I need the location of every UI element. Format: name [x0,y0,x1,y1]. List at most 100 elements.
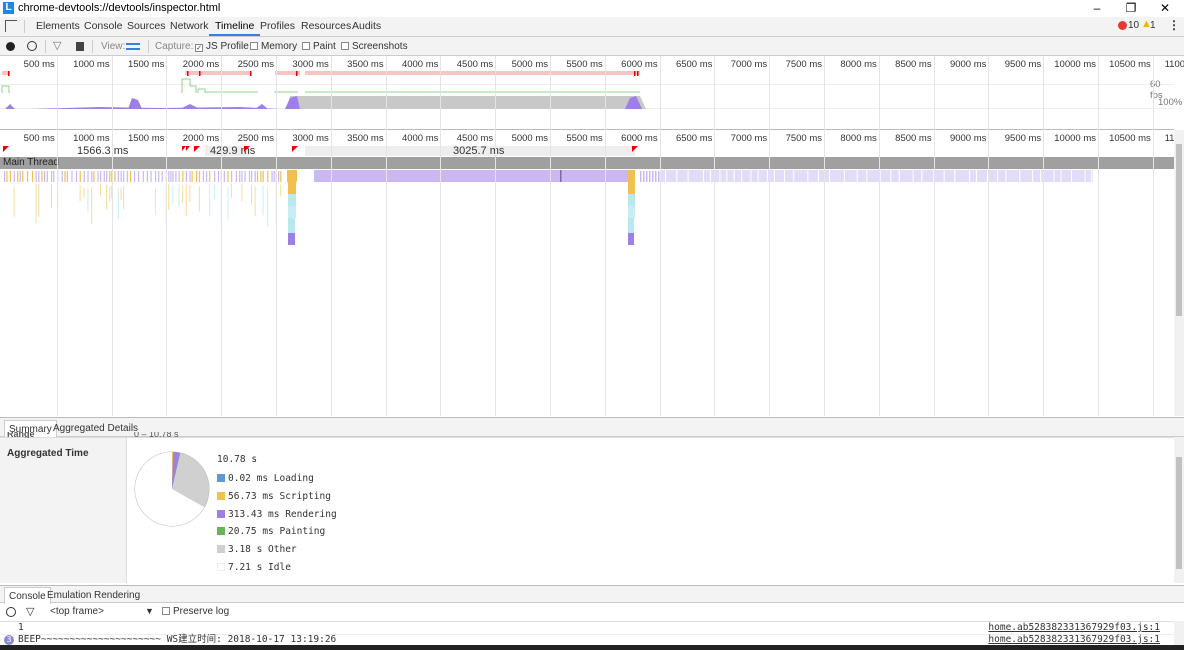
flame-event [106,171,108,182]
cpu-other-area [288,96,646,109]
clear-console-icon[interactable] [6,607,16,617]
legend-swatch [217,545,225,554]
gap [741,170,743,182]
flame-event [262,185,264,216]
view-label: View: [101,41,126,52]
gridline [1043,130,1045,416]
flame-event [205,171,208,182]
screenshots-checkbox[interactable]: Screenshots [341,37,408,56]
frame-select[interactable]: <top frame> [50,606,104,617]
console-scrollbar[interactable] [1174,621,1184,645]
flame-event [278,171,280,182]
error-icon [1118,21,1127,30]
more-menu-icon[interactable]: ⋮ [1168,18,1180,32]
gridline [221,130,223,416]
flame-event [35,183,37,224]
tab-timeline[interactable]: Timeline [209,17,261,36]
flame-event [280,184,282,197]
tab-emulation[interactable]: Emulation [43,587,95,604]
flame-event [170,171,172,182]
gap [709,170,711,182]
timeline-overview[interactable]: 60 fps 100% 500 ms 1000 ms 1500 ms 2000 ms 2… [0,56,1184,130]
flame-event [209,183,211,216]
flame-event [41,171,43,182]
ruler-label: 1000 ms [73,133,110,144]
flame-event [273,171,275,182]
ruler-label: 10000 ms [1054,59,1096,70]
aggregated-time-pie [134,451,210,527]
inspect-element-icon[interactable] [5,20,17,32]
flame-event [178,184,180,208]
legend-item: 56.73 ms Scripting [217,491,331,502]
flame-event [53,171,55,182]
flame-event [75,171,78,182]
flame-event [91,171,93,182]
gap [976,170,978,182]
ruler-label: 8000 ms [840,59,877,70]
ruler-label: 2500 ms [237,133,274,144]
gap [665,170,666,182]
tab-profiles[interactable]: Profiles [254,17,301,36]
main-thread-header[interactable]: Main Thread [0,157,1174,169]
tab-rendering[interactable]: Rendering [90,587,144,604]
ruler-label: 7000 ms [730,59,768,70]
filter-icon[interactable]: ▽ [26,605,34,618]
ruler-label: 10500 ms [1109,59,1151,70]
flame-view-icon[interactable] [126,43,140,50]
long-frame-markers [3,146,638,152]
garbage-collect-icon[interactable] [76,42,84,51]
flame-event [61,171,63,182]
gridline [495,130,497,416]
ruler-label: 2000 ms [182,133,220,144]
preserve-log-checkbox[interactable]: Preserve log [162,606,229,617]
flame-event [288,218,295,233]
paint-checkbox[interactable]: Paint [302,37,336,56]
summary-scrollbar[interactable] [1174,437,1184,583]
gap [817,170,819,182]
paint-label: Paint [313,41,336,52]
flame-event [114,171,116,182]
gridline [276,130,277,416]
chevron-down-icon[interactable]: ▼ [145,606,154,616]
flame-chart[interactable]: 1566.3 ms 429.9 ms 3025.7 ms Main Thread… [0,130,1174,416]
flame-event [628,182,635,194]
ruler-label: 10500 ms [1109,133,1151,144]
flame-event [71,171,73,182]
gap [912,170,914,182]
ruler-label: 3500 ms [347,133,384,144]
warning-count[interactable]: 1 [1150,20,1156,31]
legend-text: 0.02 ms Loading [228,473,314,484]
taskbar [0,645,1184,650]
memory-checkbox[interactable]: Memory [250,37,297,56]
gridline [1098,130,1099,416]
ruler-label: 3000 ms [292,59,329,70]
console-toolbar: ▽ <top frame> ▼ Preserve log [0,603,1184,622]
ruler-label: 6500 ms [675,59,713,70]
tab-audits[interactable]: Audits [346,17,387,36]
ruler-label: 3000 ms [292,133,329,144]
main-scrollbar[interactable] [1174,130,1184,416]
clear-button[interactable] [27,41,37,51]
tab-network[interactable]: Network [164,17,215,36]
flame-event [100,183,102,196]
flame-event [87,187,89,212]
summary-panel: Range 0 – 10.78 s Aggregated Time 10.78 … [0,432,1184,583]
flame-event [38,183,40,217]
restore-button[interactable]: ❐ [1116,0,1146,17]
flame-event [130,171,132,182]
close-button[interactable]: ✕ [1150,0,1180,17]
gridline [56,130,58,416]
record-button[interactable] [6,42,15,51]
filter-icon[interactable]: ▽ [53,37,61,56]
flame-event [287,170,297,182]
flame-event [150,171,152,182]
idle-task [661,170,1093,182]
minimize-button[interactable]: – [1082,0,1112,17]
js-profile-checkbox[interactable]: ✓ JS Profile [195,37,249,56]
ruler-label: 10000 ms [1054,133,1096,144]
error-count[interactable]: 10 [1128,20,1139,31]
gap [1032,170,1034,182]
flame-event [51,171,53,182]
gap [703,170,705,182]
tab-aggregated-details[interactable]: Aggregated Details [49,420,142,437]
